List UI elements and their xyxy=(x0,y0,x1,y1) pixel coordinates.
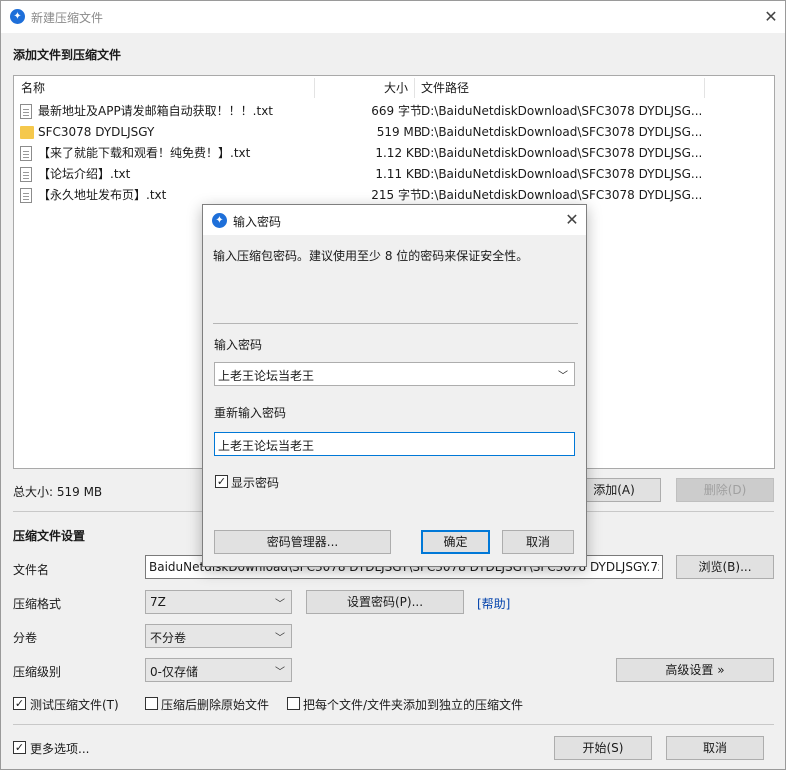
app-logo-icon: ✦ xyxy=(10,9,25,24)
settings-heading: 压缩文件设置 xyxy=(13,529,86,543)
show-password-checkbox[interactable]: ✓ xyxy=(215,475,228,488)
format-select[interactable]: 7Z ﹀ xyxy=(145,590,292,614)
text-file-icon xyxy=(20,104,32,119)
column-divider xyxy=(414,78,415,98)
text-file-icon xyxy=(20,167,32,182)
dialog-cancel-button[interactable]: 取消 xyxy=(502,530,574,554)
file-size: 519 MB xyxy=(376,125,422,139)
volume-label: 分卷 xyxy=(13,631,38,645)
column-name[interactable]: 名称 xyxy=(21,76,45,100)
password-manager-button[interactable]: 密码管理器... xyxy=(214,530,391,554)
show-password-label[interactable]: 显示密码 xyxy=(231,474,279,491)
table-row[interactable]: 【永久地址发布页】.txt 215 字节 D:\BaiduNetdiskDownlo… xyxy=(14,185,774,206)
volume-select[interactable]: 不分卷 ﹀ xyxy=(145,624,292,648)
column-divider xyxy=(704,78,705,98)
repeat-password-label: 重新输入密码 xyxy=(214,406,287,420)
filename-label: 文件名 xyxy=(13,563,50,577)
window-close-icon[interactable]: ✕ xyxy=(763,9,779,25)
file-size: 1.12 KB xyxy=(375,146,422,160)
password-label: 输入密码 xyxy=(214,338,263,352)
cancel-button[interactable]: 取消 xyxy=(666,736,764,760)
repeat-password-value: 上老王论坛当老王 xyxy=(218,439,315,453)
file-name: SFC3078 DYDLJSGY xyxy=(38,125,155,139)
folder-icon xyxy=(20,126,34,139)
dialog-title: 输入密码 xyxy=(233,215,282,229)
separate-archives-checkbox[interactable] xyxy=(287,697,300,710)
format-value: 7Z xyxy=(150,595,166,609)
delete-after-checkbox[interactable] xyxy=(145,697,158,710)
ok-button[interactable]: 确定 xyxy=(421,530,490,554)
chevron-down-icon: ﹀ xyxy=(275,667,285,678)
divider xyxy=(13,724,774,725)
column-divider xyxy=(314,78,315,98)
help-link[interactable]: [帮助] xyxy=(477,595,510,612)
file-path: D:\BaiduNetdiskDownload\SFC3078 DYDLJSG.… xyxy=(421,125,701,139)
test-checkbox[interactable]: ✓ xyxy=(13,697,26,710)
advanced-settings-button[interactable]: 高级设置 » xyxy=(616,658,774,682)
test-checkbox-label[interactable]: 测试压缩文件(T) xyxy=(30,696,119,713)
password-dialog: ✦ 输入密码 ✕ 输入压缩包密码。建议使用至少 8 位的密码来保证安全性。 输入… xyxy=(202,204,587,567)
start-button[interactable]: 开始(S) xyxy=(554,736,652,760)
file-path: D:\BaiduNetdiskDownload\SFC3078 DYDLJSG.… xyxy=(421,188,701,202)
delete-button[interactable]: 删除(D) xyxy=(676,478,774,502)
chevron-down-icon: ﹀ xyxy=(275,633,285,644)
file-path: D:\BaiduNetdiskDownload\SFC3078 DYDLJSG.… xyxy=(421,146,701,160)
dialog-title-bar: ✦ 输入密码 ✕ xyxy=(203,205,586,235)
file-size: 1.11 KB xyxy=(375,167,422,181)
file-name: 【来了就能下载和观看！纯免费！】.txt xyxy=(38,146,251,160)
divider xyxy=(213,323,578,324)
level-label: 压缩级别 xyxy=(13,665,62,679)
column-size[interactable]: 大小 xyxy=(384,76,408,100)
format-label: 压缩格式 xyxy=(13,597,62,611)
text-file-icon xyxy=(20,188,32,203)
separate-archives-label[interactable]: 把每个文件/文件夹添加到独立的压缩文件 xyxy=(303,696,523,713)
title-bar: ✦ 新建压缩文件 ✕ xyxy=(1,1,785,33)
file-size: 215 字节 xyxy=(371,188,422,202)
chevron-down-icon[interactable]: ﹀ xyxy=(558,367,568,382)
table-row[interactable]: 【论坛介绍】.txt 1.11 KB D:\BaiduNetdiskDownload… xyxy=(14,164,774,185)
dialog-close-icon[interactable]: ✕ xyxy=(564,212,580,228)
dialog-description: 输入压缩包密码。建议使用至少 8 位的密码来保证安全性。 xyxy=(213,249,529,263)
browse-button[interactable]: 浏览(B)... xyxy=(676,555,774,579)
level-value: 0-仅存储 xyxy=(150,665,198,679)
repeat-password-input[interactable]: 上老王论坛当老王 xyxy=(214,432,575,456)
text-file-icon xyxy=(20,146,32,161)
volume-value: 不分卷 xyxy=(150,631,187,645)
more-options-label[interactable]: 更多选项... xyxy=(30,740,89,757)
compress-window: ✦ 新建压缩文件 ✕ 添加文件到压缩文件 名称 大小 文件路径 最新地址及APP… xyxy=(0,0,786,770)
file-name: 【永久地址发布页】.txt xyxy=(38,188,167,202)
add-files-heading: 添加文件到压缩文件 xyxy=(13,48,122,62)
password-input[interactable]: 上老王论坛当老王 ﹀ xyxy=(214,362,575,386)
password-value: 上老王论坛当老王 xyxy=(218,369,315,383)
more-options-checkbox[interactable]: ✓ xyxy=(13,741,26,754)
file-path: D:\BaiduNetdiskDownload\SFC3078 DYDLJSG.… xyxy=(421,104,701,118)
app-logo-icon: ✦ xyxy=(212,213,227,228)
table-row[interactable]: SFC3078 DYDLJSGY 519 MB D:\BaiduNetdiskDow… xyxy=(14,122,774,143)
window-title: 新建压缩文件 xyxy=(31,11,104,25)
set-password-button[interactable]: 设置密码(P)... xyxy=(306,590,464,614)
file-path: D:\BaiduNetdiskDownload\SFC3078 DYDLJSG.… xyxy=(421,167,701,181)
file-name: 【论坛介绍】.txt xyxy=(38,167,131,181)
file-size: 669 字节 xyxy=(371,104,422,118)
chevron-down-icon: ﹀ xyxy=(275,599,285,610)
column-path[interactable]: 文件路径 xyxy=(421,76,469,100)
total-size: 总大小: 519 MB xyxy=(13,485,103,499)
table-row[interactable]: 【来了就能下载和观看！纯免费！】.txt 1.12 KB D:\BaiduNetdi… xyxy=(14,143,774,164)
file-name: 最新地址及APP请发邮箱自动获取！！！.txt xyxy=(38,104,274,118)
delete-after-label[interactable]: 压缩后删除原始文件 xyxy=(161,696,269,713)
table-row[interactable]: 最新地址及APP请发邮箱自动获取！！！.txt 669 字节 D:\BaiduNet… xyxy=(14,101,774,122)
level-select[interactable]: 0-仅存储 ﹀ xyxy=(145,658,292,682)
